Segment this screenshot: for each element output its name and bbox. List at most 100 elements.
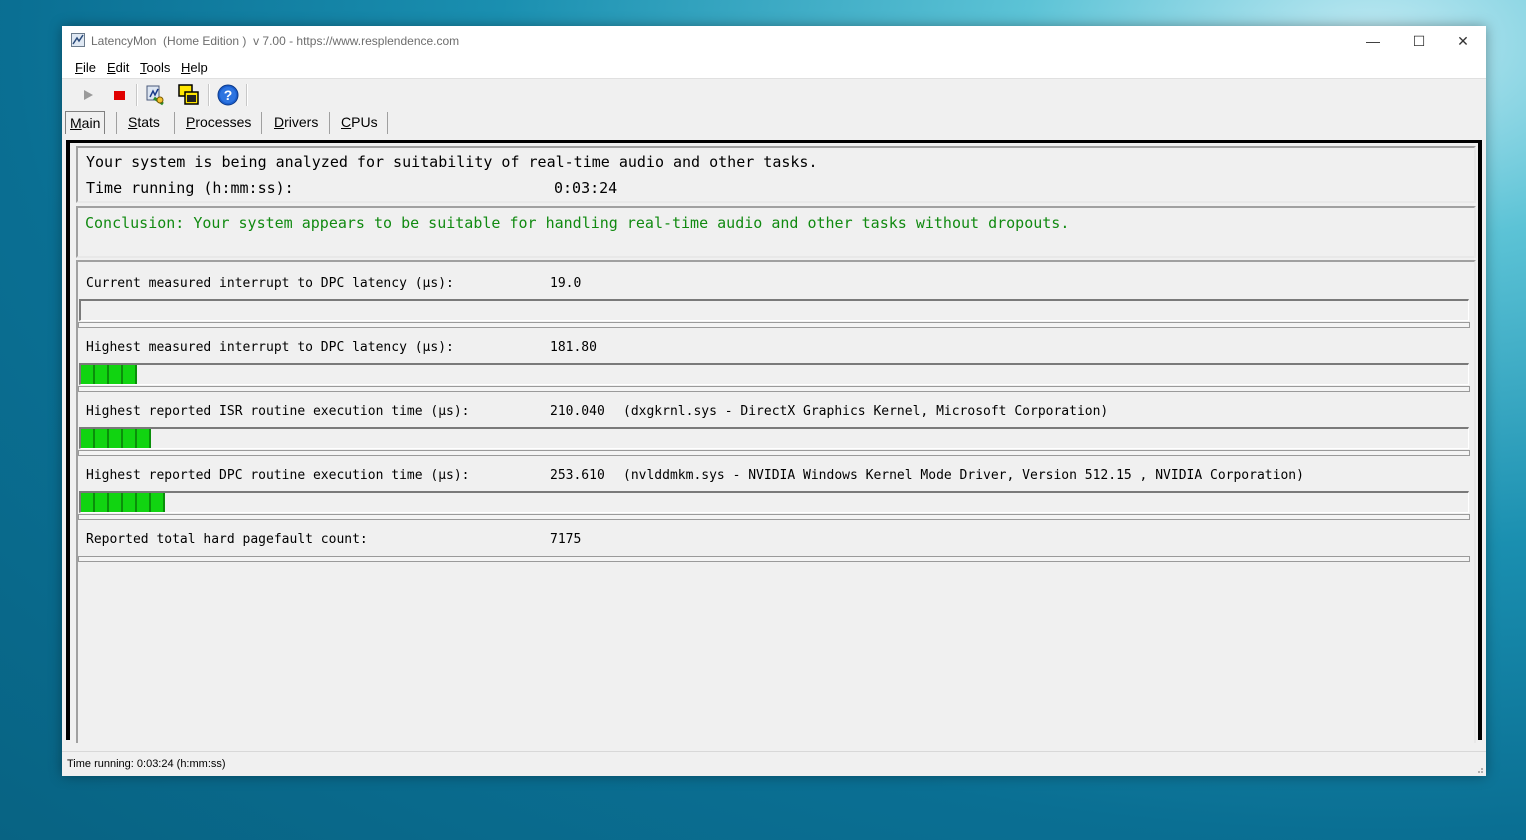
resize-grip-icon[interactable]	[1474, 764, 1484, 774]
time-running-label: Time running (h:mm:ss):	[86, 179, 294, 197]
metric-current-latency-label: Current measured interrupt to DPC latenc…	[86, 276, 454, 291]
menu-help-hotkey: H	[181, 60, 191, 75]
toolbar-separator	[136, 84, 138, 106]
metric-bar	[79, 427, 1469, 449]
bar-divider	[78, 322, 1470, 328]
menu-help-label: elp	[190, 60, 208, 75]
toolbar-separator	[246, 84, 248, 106]
start-button[interactable]	[76, 83, 100, 107]
tab-separator	[387, 112, 388, 134]
bar-segment	[95, 365, 109, 384]
metric-bar	[79, 363, 1469, 385]
tab-cpus[interactable]: CPUs	[341, 112, 378, 132]
tab-drivers-label: rivers	[284, 114, 319, 130]
menu-file[interactable]: File	[75, 60, 96, 75]
bar-segment	[123, 493, 137, 512]
tab-drivers-hotkey: D	[274, 114, 285, 130]
tab-separator	[116, 112, 117, 134]
tab-main-hotkey: M	[70, 115, 82, 131]
tab-processes-hotkey: P	[186, 114, 196, 130]
bar-segment	[81, 493, 95, 512]
play-icon	[84, 90, 93, 100]
bar-segment	[109, 365, 123, 384]
tab-main[interactable]: Main	[65, 111, 106, 134]
tab-stats-label: tats	[137, 114, 160, 130]
bar-segment	[123, 429, 137, 448]
bar-segment	[95, 429, 109, 448]
analyze-icon	[146, 85, 164, 106]
tab-processes-label: rocesses	[195, 114, 252, 130]
maximize-button[interactable]: ☐	[1396, 26, 1442, 56]
analysis-status-text: Your system is being analyzed for suitab…	[86, 153, 818, 171]
time-running-value: 0:03:24	[554, 179, 618, 197]
tab-stats[interactable]: Stats	[128, 112, 160, 132]
tab-drivers[interactable]: Drivers	[274, 112, 318, 132]
stop-icon	[114, 91, 125, 100]
metric-pagefault-label: Reported total hard pagefault count:	[86, 532, 368, 547]
metric-bar	[79, 299, 1469, 321]
bar-segment	[109, 429, 123, 448]
analysis-status-box: Your system is being analyzed for suitab…	[76, 146, 1476, 203]
metric-pagefault-value: 7175	[550, 532, 582, 547]
metric-bar	[79, 491, 1469, 513]
windows-button[interactable]	[177, 83, 201, 107]
bar-segment	[81, 429, 95, 448]
tab-main-label: ain	[81, 115, 101, 131]
bar-segment	[123, 365, 137, 384]
analyze-button[interactable]	[144, 83, 168, 107]
bar-divider	[78, 450, 1470, 456]
help-button[interactable]: ?	[216, 83, 240, 107]
menu-edit-hotkey: E	[107, 60, 116, 75]
close-button[interactable]: ✕	[1440, 26, 1486, 56]
tab-separator	[329, 112, 330, 134]
menu-tools[interactable]: Tools	[140, 60, 170, 75]
title-bar[interactable]: LatencyMon (Home Edition ) v 7.00 - http…	[62, 26, 1486, 56]
window-title: LatencyMon (Home Edition ) v 7.00 - http…	[91, 34, 460, 48]
bar-fill	[81, 365, 137, 384]
menu-help[interactable]: Help	[181, 60, 208, 75]
metric-dpc-detail: (nvlddmkm.sys - NVIDIA Windows Kernel Mo…	[623, 468, 1304, 483]
menu-edit-label: dit	[115, 60, 130, 75]
menu-file-label: ile	[82, 60, 96, 75]
app-icon	[71, 33, 85, 47]
stop-button[interactable]	[107, 83, 131, 107]
tab-stats-hotkey: S	[128, 114, 138, 130]
bar-divider	[78, 556, 1470, 562]
toolbar-separator	[208, 84, 210, 106]
bar-fill	[81, 493, 165, 512]
bar-divider	[78, 514, 1470, 520]
tab-strip: Main Stats Processes Drivers CPUs	[62, 109, 1486, 135]
metric-dpc-value: 253.610	[550, 468, 605, 483]
windows-icon	[178, 84, 199, 105]
metric-highest-latency-value: 181.80	[550, 340, 597, 355]
menu-edit[interactable]: Edit	[107, 60, 129, 75]
metric-isr-value: 210.040	[550, 404, 605, 419]
conclusion-box: Conclusion: Your system appears to be su…	[76, 206, 1476, 258]
tab-processes[interactable]: Processes	[186, 112, 251, 132]
bar-segment	[81, 365, 95, 384]
menu-file-hotkey: F	[75, 60, 83, 75]
menu-tools-label: ools	[146, 60, 171, 75]
minimize-button[interactable]: —	[1350, 26, 1396, 56]
metric-isr-label: Highest reported ISR routine execution t…	[86, 404, 470, 419]
bar-segment	[137, 429, 151, 448]
bar-segment	[151, 493, 165, 512]
help-icon: ?	[217, 84, 239, 106]
bar-segment	[95, 493, 109, 512]
latencymon-window: LatencyMon (Home Edition ) v 7.00 - http…	[62, 26, 1486, 776]
main-panel: Your system is being analyzed for suitab…	[66, 140, 1482, 743]
status-bar-text: Time running: 0:03:24 (h:mm:ss)	[67, 758, 226, 770]
tab-separator	[261, 112, 262, 134]
bar-segment	[109, 493, 123, 512]
toolbar: ?	[62, 79, 1486, 109]
menu-bar: File Edit Tools Help	[62, 56, 1486, 79]
tab-separator	[174, 112, 175, 134]
bar-fill	[81, 429, 151, 448]
metrics-box: Current measured interrupt to DPC latenc…	[76, 260, 1476, 743]
tab-cpus-label: PUs	[351, 114, 378, 130]
status-bar: Time running: 0:03:24 (h:mm:ss)	[62, 751, 1486, 776]
conclusion-text: Conclusion: Your system appears to be su…	[85, 214, 1070, 232]
svg-text:?: ?	[224, 87, 233, 103]
tab-cpus-hotkey: C	[341, 114, 352, 130]
metric-isr-detail: (dxgkrnl.sys - DirectX Graphics Kernel, …	[623, 404, 1109, 419]
